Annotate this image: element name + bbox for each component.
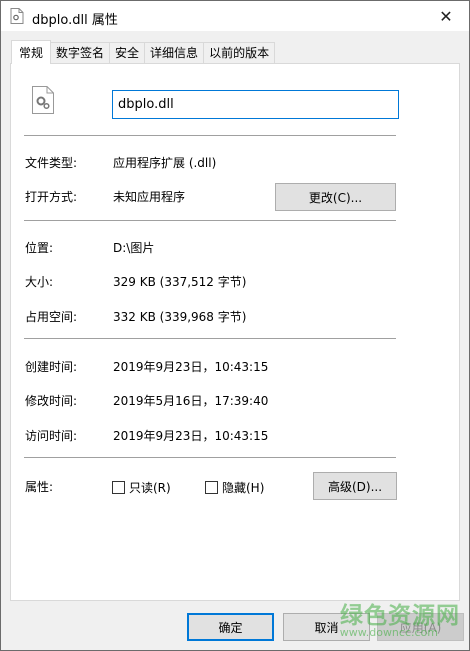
apply-button[interactable]: 应用(A) bbox=[377, 613, 464, 641]
dll-file-icon bbox=[31, 86, 55, 114]
size-value: 329 KB (337,512 字节) bbox=[113, 275, 247, 289]
hidden-checkbox-label: 隐藏(H) bbox=[222, 481, 265, 495]
size-on-disk-value: 332 KB (339,968 字节) bbox=[113, 310, 247, 324]
hidden-checkbox-box[interactable] bbox=[205, 481, 218, 494]
separator bbox=[24, 220, 396, 221]
readonly-checkbox[interactable]: 只读(R) bbox=[112, 479, 171, 496]
window-title: dbplo.dll 属性 bbox=[32, 13, 118, 28]
file-type-label: 文件类型: bbox=[25, 156, 78, 170]
advanced-button[interactable]: 高级(D)... bbox=[313, 472, 397, 500]
title-bar[interactable]: dbplo.dll 属性 ✕ bbox=[1, 1, 469, 31]
created-value: 2019年9月23日，10:43:15 bbox=[113, 360, 269, 374]
modified-value: 2019年5月16日，17:39:40 bbox=[113, 394, 269, 408]
close-icon[interactable]: ✕ bbox=[423, 1, 469, 31]
readonly-checkbox-label: 只读(R) bbox=[129, 481, 171, 495]
open-with-value: 未知应用程序 bbox=[113, 190, 186, 204]
hidden-checkbox[interactable]: 隐藏(H) bbox=[205, 479, 264, 496]
modified-label: 修改时间: bbox=[25, 394, 78, 408]
separator bbox=[24, 457, 396, 458]
tab-details[interactable]: 详细信息 bbox=[144, 42, 205, 64]
tab-digital-signatures[interactable]: 数字签名 bbox=[50, 42, 111, 64]
file-type-value: 应用程序扩展 (.dll) bbox=[113, 156, 217, 170]
attributes-label: 属性: bbox=[25, 480, 54, 494]
location-value: D:\图片 bbox=[113, 241, 155, 255]
file-icon bbox=[10, 8, 24, 24]
tab-general[interactable]: 常规 bbox=[11, 40, 52, 64]
size-on-disk-label: 占用空间: bbox=[25, 310, 78, 324]
readonly-checkbox-box[interactable] bbox=[112, 481, 125, 494]
properties-window: dbplo.dll 属性 ✕ 常规 数字签名 安全 详细信息 以前的版本 文件类… bbox=[0, 0, 470, 651]
change-button[interactable]: 更改(C)... bbox=[275, 183, 396, 211]
size-label: 大小: bbox=[25, 275, 54, 289]
separator bbox=[24, 135, 396, 136]
accessed-value: 2019年9月23日，10:43:15 bbox=[113, 429, 269, 443]
open-with-label: 打开方式: bbox=[25, 190, 78, 204]
accessed-label: 访问时间: bbox=[25, 429, 78, 443]
tab-previous-versions[interactable]: 以前的版本 bbox=[203, 42, 276, 64]
tab-security[interactable]: 安全 bbox=[109, 42, 146, 64]
created-label: 创建时间: bbox=[25, 360, 78, 374]
filename-input[interactable] bbox=[112, 90, 399, 119]
tab-strip: 常规 数字签名 安全 详细信息 以前的版本 bbox=[11, 40, 276, 64]
cancel-button[interactable]: 取消 bbox=[283, 613, 370, 641]
separator bbox=[24, 338, 396, 339]
location-label: 位置: bbox=[25, 241, 54, 255]
general-panel: 文件类型: 应用程序扩展 (.dll) 打开方式: 未知应用程序 更改(C)..… bbox=[10, 63, 460, 601]
ok-button[interactable]: 确定 bbox=[187, 613, 274, 641]
